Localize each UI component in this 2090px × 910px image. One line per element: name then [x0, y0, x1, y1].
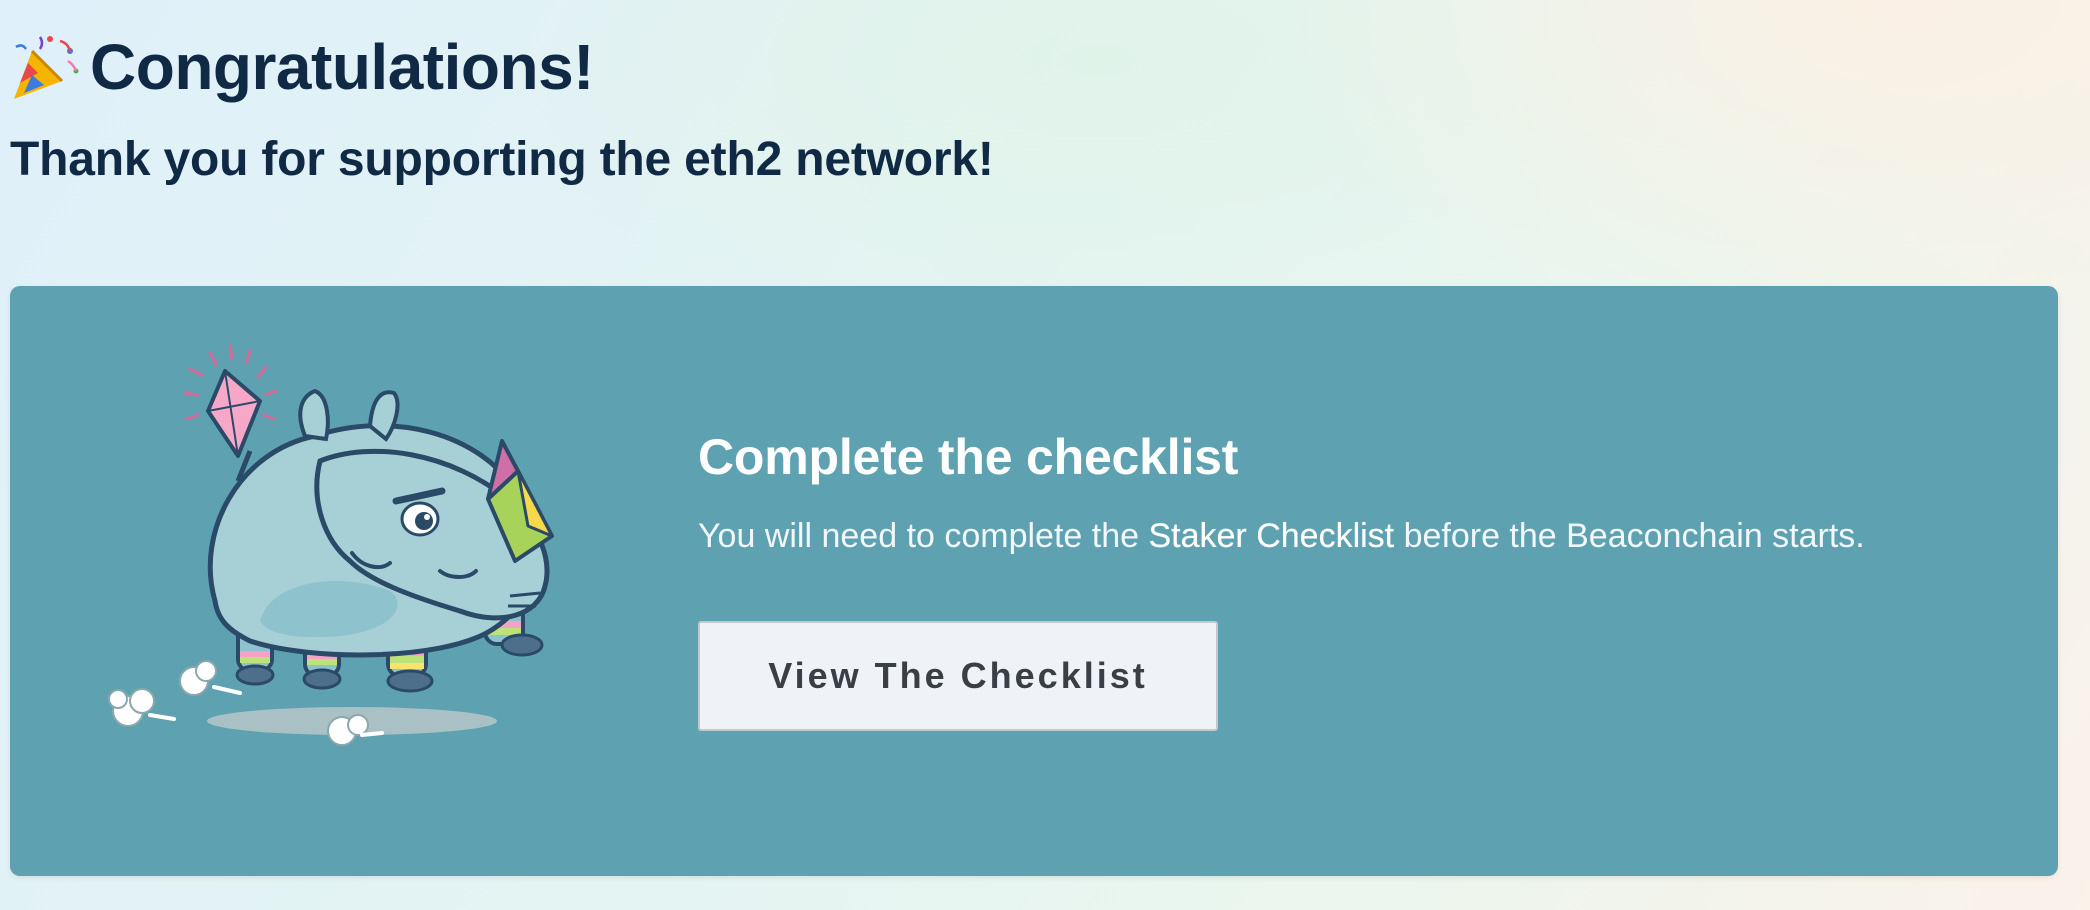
card-description: You will need to complete the Staker Che… — [698, 516, 2018, 557]
party-popper-icon — [14, 36, 79, 99]
card-text-after: before the Beaconchain starts. — [1394, 517, 1865, 555]
card-text-before: You will need to complete the — [698, 517, 1149, 555]
page-subtitle: Thank you for supporting the eth2 networ… — [10, 133, 994, 186]
card-content: Complete the checklist You will need to … — [698, 432, 2018, 731]
staker-checklist-highlight: Staker Checklist — [1148, 517, 1395, 555]
view-checklist-button[interactable]: View The Checklist — [698, 620, 1218, 731]
page-header: Congratulations! Thank you for supportin… — [10, 28, 994, 184]
title-row: Congratulations! — [10, 28, 994, 106]
checklist-card: Complete the checklist You will need to … — [10, 286, 2058, 876]
card-title: Complete the checklist — [698, 429, 1239, 485]
page-title: Congratulations! — [90, 31, 594, 103]
rhino-illustration — [108, 344, 554, 746]
